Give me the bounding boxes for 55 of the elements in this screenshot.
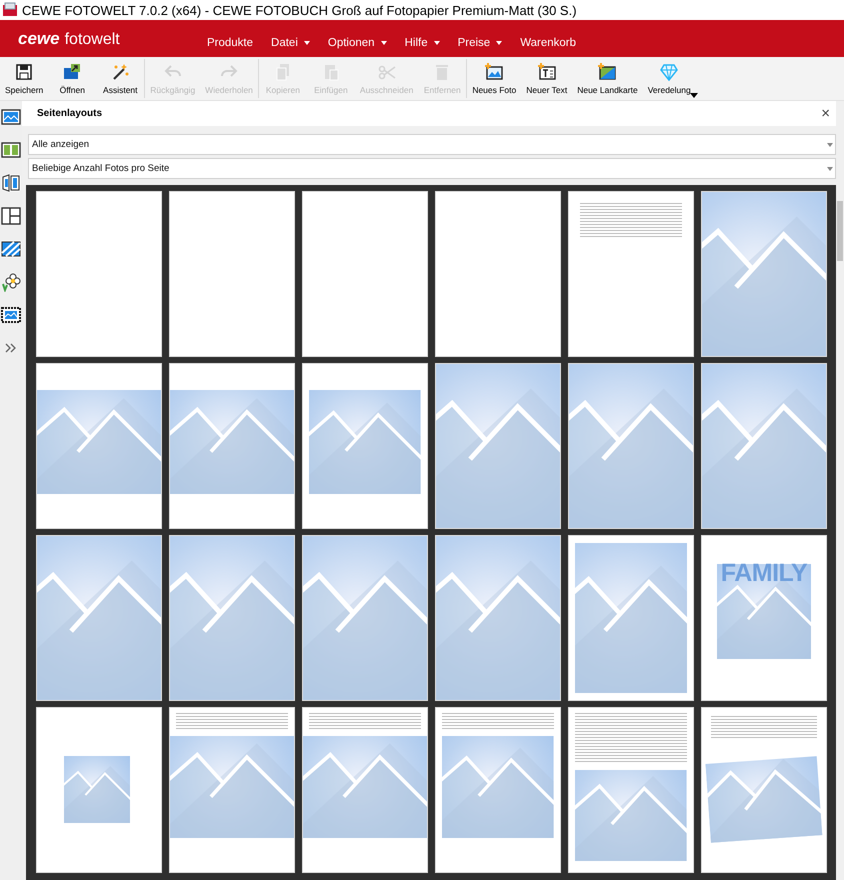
filter-dropdown[interactable]: Beliebige Anzahl Fotos pro Seite — [28, 158, 836, 179]
toolbar-button[interactable]: Öffnen — [48, 57, 96, 100]
add-photo-icon — [484, 62, 504, 82]
toolbar-button[interactable]: Neue Landkarte — [572, 57, 643, 100]
scrollbar-thumb[interactable] — [837, 201, 843, 261]
layout-thumbnail[interactable] — [435, 191, 561, 357]
menu-item[interactable]: Produkte — [198, 37, 262, 49]
layout-thumbnail[interactable] — [701, 707, 827, 873]
diamond-icon — [659, 62, 680, 82]
add-map-icon — [597, 62, 618, 82]
layout-thumbnail[interactable] — [36, 191, 162, 357]
layout-thumbnail[interactable] — [435, 707, 561, 873]
menu-item[interactable]: Hilfe — [396, 37, 449, 49]
layout-title-text: FAMILY — [720, 560, 808, 584]
close-button[interactable]: × — [819, 105, 832, 122]
toolbar-button[interactable]: Neues Foto — [467, 57, 522, 100]
logo-brand: cewe — [18, 28, 60, 48]
grid-layout-icon[interactable] — [1, 206, 21, 226]
layout-icon[interactable] — [1, 107, 21, 127]
layout-thumbnail[interactable] — [568, 535, 694, 701]
toolbar-button[interactable]: Neuer Text — [521, 57, 572, 100]
toolbar-button[interactable]: Assistent — [96, 57, 144, 100]
toolbar-button[interactable]: Speichern — [0, 57, 48, 100]
scrollbar[interactable] — [836, 101, 844, 880]
menu-item[interactable]: Optionen — [318, 37, 396, 49]
layout-thumbnail[interactable] — [169, 707, 295, 873]
caret-icon — [827, 142, 833, 146]
photo-placeholder — [64, 756, 130, 823]
layout-thumbnail[interactable] — [36, 363, 162, 529]
menu-item[interactable]: Warenkorb — [511, 37, 586, 49]
panel-title: Seitenlayouts — [37, 108, 102, 119]
layout-thumbnail[interactable] — [169, 363, 295, 529]
add-text-icon — [536, 62, 557, 82]
page-icon[interactable] — [1, 173, 21, 193]
layout-thumbnail[interactable] — [568, 707, 694, 873]
toolbar-button[interactable]: Veredelung — [642, 57, 696, 100]
window-title: CEWE FOTOWELT 7.0.2 (x64) - CEWE FOTOBUCH Groß auf Fotopapier Premium-Matt (30 S.) — [22, 2, 577, 18]
menu-item[interactable]: Datei — [262, 37, 319, 49]
layout-thumbnail[interactable] — [568, 191, 694, 357]
folder-icon — [62, 62, 82, 82]
caret-icon — [827, 166, 833, 170]
filter-dropdown[interactable]: Alle anzeigen — [28, 134, 836, 155]
stamp-frame-icon[interactable] — [1, 305, 21, 325]
menu-item[interactable]: Preise — [448, 37, 512, 49]
layout-thumbnail[interactable] — [302, 363, 428, 529]
app-icon — [2, 2, 18, 18]
layout-thumbnail[interactable] — [302, 191, 428, 357]
save-icon — [14, 62, 34, 82]
layout-thumbnail[interactable] — [302, 707, 428, 873]
layout-thumbnail[interactable] — [36, 707, 162, 873]
layout-thumbnail[interactable] — [169, 191, 295, 357]
stripes-icon[interactable] — [1, 239, 21, 259]
book-icon[interactable] — [1, 140, 21, 160]
flower-icon[interactable] — [1, 272, 21, 292]
logo-name: fotowelt — [64, 30, 120, 48]
